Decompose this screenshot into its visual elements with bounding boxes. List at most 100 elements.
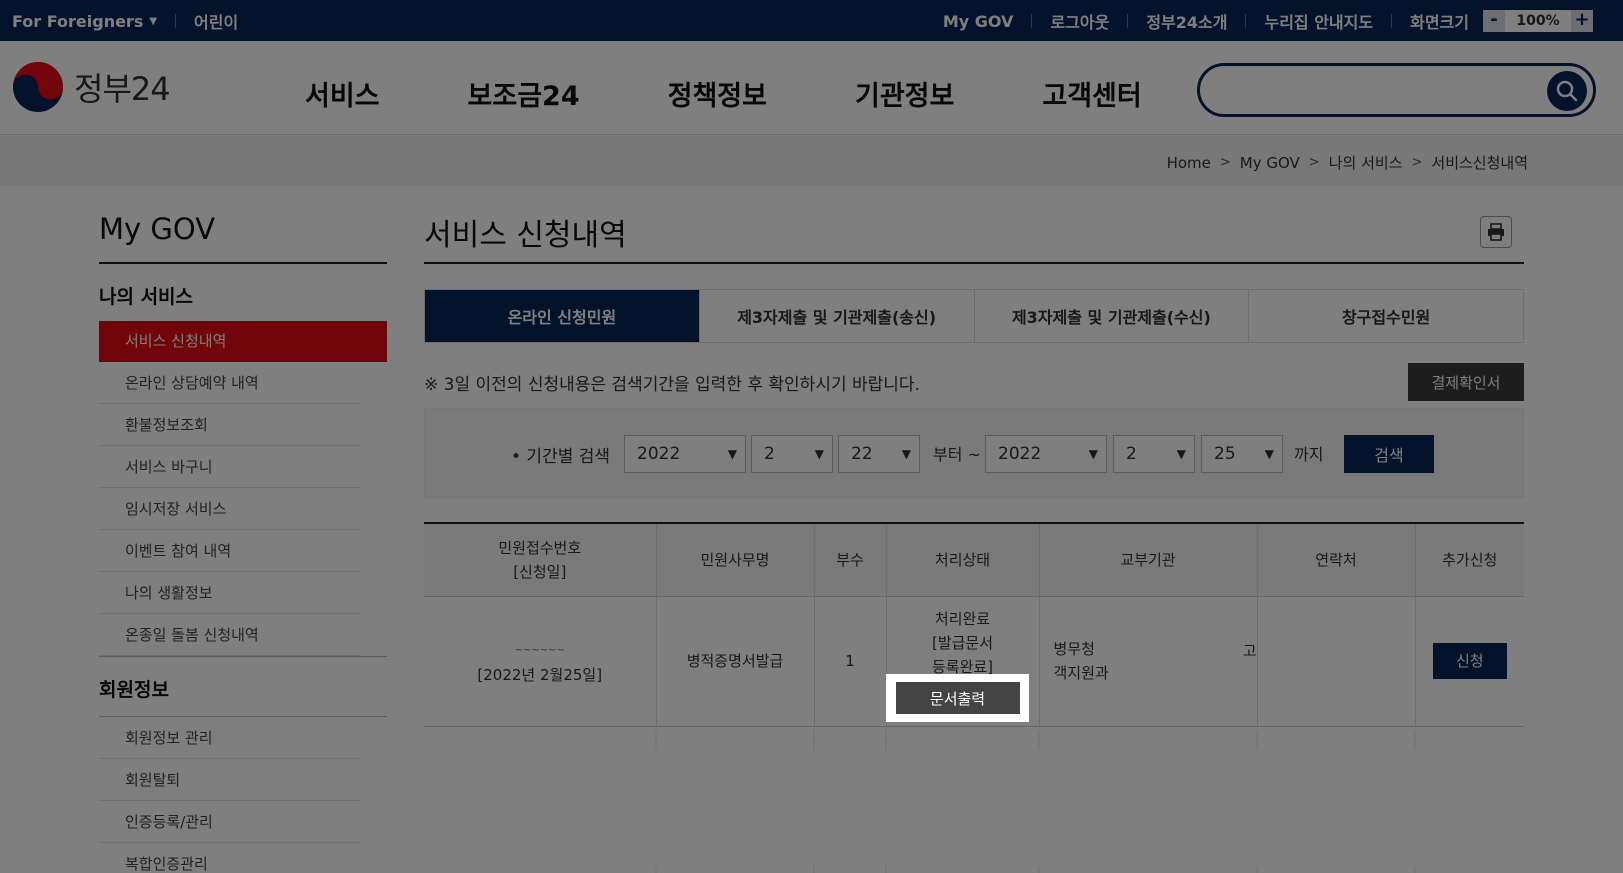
divider [175,14,177,28]
utility-bar: For Foreigners ▼ 어린이 My GOV 로그아웃 정부24소개 … [0,0,1623,41]
from-year-value: 2022 [637,444,681,464]
chevron-down-icon: ▼ [1176,447,1186,461]
nav-agency[interactable]: 기관정보 [855,74,954,113]
breadcrumb-my-service[interactable]: 나의 서비스 [1329,152,1403,173]
sidebar-item-refund[interactable]: 환불정보조회 [99,404,361,446]
col-receipt-no: 민원접수번호 [신청일] [424,524,657,597]
zoom-in-button[interactable]: + [1571,10,1593,32]
to-month-select[interactable]: 2 ▼ [1113,435,1195,473]
breadcrumb-home[interactable]: Home [1167,154,1211,172]
chevron-down-icon: ▼ [727,447,737,461]
apply-date: [2022년 2월25일] [477,665,603,684]
period-label: • 기간별 검색 [511,447,611,467]
sidebar-item-cert[interactable]: 인증등록/관리 [99,801,361,843]
page-title: 서비스 신청내역 [424,218,627,253]
site-logo[interactable]: 정부24 [12,61,171,113]
zoom-out-button[interactable]: - [1483,10,1505,32]
cell-additional: 신청 [1415,596,1524,727]
chevron-down-icon: ▼ [1264,447,1274,461]
to-day-select[interactable]: 25 ▼ [1201,435,1283,473]
tab-counter-application[interactable]: 창구접수민원 [1249,290,1523,342]
sidebar-item-service-basket[interactable]: 서비스 바구니 [99,446,361,488]
breadcrumb: Home > My GOV > 나의 서비스 > 서비스신청내역 [1167,152,1528,173]
col-copies: 부수 [814,524,887,597]
payment-confirm-button[interactable]: 결제확인서 [1408,363,1524,401]
sitemap-link[interactable]: 누리집 안내지도 [1264,9,1373,33]
logout-link[interactable]: 로그아웃 [1050,9,1109,33]
sidebar-item-withdraw[interactable]: 회원탈퇴 [99,759,361,801]
sidebar-item-consult-reservation[interactable]: 온라인 상담예약 내역 [99,362,361,404]
nav-subsidy[interactable]: 보조금24 [468,74,580,113]
from-day-select[interactable]: 22 ▼ [838,435,920,473]
search-input[interactable] [1218,76,1518,104]
sidebar-item-life-info[interactable]: 나의 생활정보 [99,572,361,614]
divider [1127,14,1129,28]
breadcrumb-mygov[interactable]: My GOV [1240,154,1300,172]
additional-apply-button[interactable]: 신청 [1432,643,1507,679]
zoom-value: 100% [1505,10,1571,32]
chevron-down-icon: ▼ [901,447,911,461]
from-month-value: 2 [764,444,775,464]
chevron-right-icon: > [1308,155,1320,170]
cell-status: 처리완료 [발급문서 등록완료] [886,596,1040,727]
nav-services[interactable]: 서비스 [305,74,380,113]
from-year-select[interactable]: 2022 ▼ [624,435,746,473]
kids-link[interactable]: 어린이 [194,9,238,33]
about-link[interactable]: 정부24소개 [1146,9,1227,33]
period-search-box: • 기간별 검색 2022 ▼ 2 ▼ 22 ▼ 부터 ~ 2022 ▼ 2 ▼… [424,408,1524,498]
sidebar-item-member-info[interactable]: 회원정보 관리 [99,717,361,759]
status-line-1: 처리완료 [934,610,991,628]
sidebar-title: My GOV [99,186,387,264]
chevron-down-icon[interactable]: ▼ [149,16,157,27]
main-content: 서비스 신청내역 온라인 신청민원 제3자제출 및 기관제출(송신) 제3자제출… [424,186,1524,873]
search-box [1197,63,1596,117]
agency-department: 객지원과 [1053,664,1109,682]
chevron-right-icon: > [1411,155,1423,170]
tab-third-party-received[interactable]: 제3자제출 및 기관제출(수신) [974,290,1250,342]
to-text: 까지 [1294,445,1324,464]
page-title-row: 서비스 신청내역 [424,186,1524,264]
sidebar-list: 서비스 신청내역 온라인 상담예약 내역 환불정보조회 서비스 바구니 임시저장… [99,321,387,656]
tab-third-party-sent[interactable]: 제3자제출 및 기관제출(송신) [699,290,975,342]
zoom-control: - 100% + [1483,10,1593,32]
nav-policy[interactable]: 정책정보 [668,74,767,113]
agency-trailing-text: 고 [1242,641,1257,660]
sidebar-list-member: 회원정보 관리 회원탈퇴 인증등록/관리 복합인증관리 [99,717,387,873]
sidebar-item-temp-saved[interactable]: 임시저장 서비스 [99,488,361,530]
application-table: 민원접수번호 [신청일] 민원사무명 부수 처리상태 교부기관 연락처 추가신청… [424,522,1524,727]
table-header-row: 민원접수번호 [신청일] 민원사무명 부수 처리상태 교부기관 연락처 추가신청 [424,524,1524,597]
breadcrumb-current: 서비스신청내역 [1431,154,1528,172]
nav-customer-center[interactable]: 고객센터 [1042,74,1141,113]
col-apply-date-label: [신청일] [513,562,567,581]
agency-name: 병무청 [1053,640,1095,658]
from-text: 부터 ~ [933,445,981,464]
for-foreigners-link[interactable]: For Foreigners [12,12,143,31]
table-row: ~~~~~~ [2022년 2월25일] 병적증명서발급 1 처리완료 [발급문… [424,596,1524,727]
from-month-select[interactable]: 2 ▼ [751,435,833,473]
taegeuk-logo-icon [13,62,63,112]
sidebar-item-multi-cert[interactable]: 복합인증관리 [99,843,361,873]
col-service-name: 민원사무명 [656,524,815,597]
receipt-number: ~~~~~~ [514,644,565,656]
print-button[interactable] [1480,216,1512,248]
period-search-button[interactable]: 검색 [1344,435,1434,473]
col-additional: 추가신청 [1415,524,1524,597]
col-contact: 연락처 [1257,524,1416,597]
sidebar-item-event[interactable]: 이벤트 참여 내역 [99,530,361,572]
chevron-down-icon: ▼ [814,447,824,461]
cell-contact [1257,596,1416,727]
tab-online-application[interactable]: 온라인 신청민원 [425,290,700,342]
cell-copies: 1 [814,596,887,727]
search-icon [1556,80,1578,102]
mygov-link[interactable]: My GOV [943,12,1014,31]
sidebar-section-my-service: 나의 서비스 [99,286,194,308]
sidebar-item-service-history[interactable]: 서비스 신청내역 [99,321,387,362]
status-line-2: [발급문서 [931,634,994,652]
col-agency: 교부기관 [1039,524,1258,597]
main-nav: 서비스 보조금24 정책정보 기관정보 고객센터 [305,74,1230,113]
chevron-right-icon: > [1219,155,1231,170]
search-button[interactable] [1547,71,1587,111]
sidebar-item-allday-care[interactable]: 온종일 돌봄 신청내역 [99,614,361,656]
cell-service-name: 병적증명서발급 [656,596,815,727]
to-year-select[interactable]: 2022 ▼ [985,435,1107,473]
